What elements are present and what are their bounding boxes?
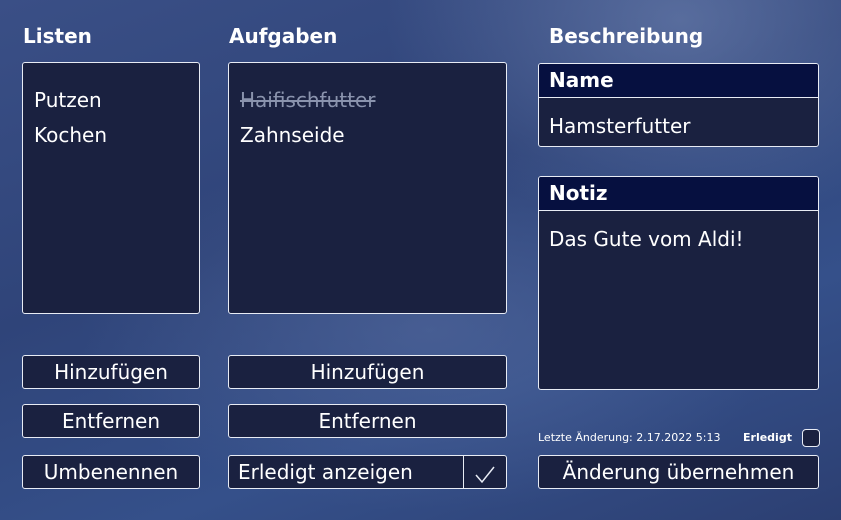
note-label: Notiz — [539, 177, 818, 211]
done-checkbox[interactable] — [802, 429, 820, 447]
tasks-listbox[interactable]: Haifischfutter Zahnseide — [228, 62, 507, 314]
remove-list-button[interactable]: Entfernen — [22, 404, 200, 438]
done-label: Erledigt — [743, 431, 792, 444]
name-label: Name — [539, 64, 818, 98]
show-done-toggle[interactable]: Erledigt anzeigen — [228, 455, 507, 489]
apply-changes-button[interactable]: Änderung übernehmen — [538, 455, 819, 489]
add-list-button[interactable]: Hinzufügen — [22, 355, 200, 389]
show-done-label: Erledigt anzeigen — [238, 460, 413, 484]
task-item[interactable]: Zahnseide — [240, 118, 506, 153]
list-item[interactable]: Kochen — [34, 118, 199, 153]
check-icon — [474, 462, 496, 484]
last-change-text: Letzte Änderung: 2.17.2022 5:13 — [538, 431, 721, 444]
remove-task-button[interactable]: Entfernen — [228, 404, 507, 438]
tasks-heading: Aufgaben — [229, 24, 338, 48]
name-field[interactable]: Hamsterfutter — [539, 98, 818, 146]
note-field[interactable]: Das Gute vom Aldi! — [539, 211, 818, 252]
add-task-button[interactable]: Hinzufügen — [228, 355, 507, 389]
description-heading: Beschreibung — [549, 24, 704, 48]
list-item[interactable]: Putzen — [34, 83, 199, 118]
name-card: Name Hamsterfutter — [538, 63, 819, 147]
task-item-done[interactable]: Haifischfutter — [240, 83, 506, 118]
lists-heading: Listen — [23, 24, 92, 48]
lists-listbox[interactable]: Putzen Kochen — [22, 62, 200, 314]
rename-list-button[interactable]: Umbenennen — [22, 455, 200, 489]
toggle-divider — [463, 456, 464, 488]
note-card: Notiz Das Gute vom Aldi! — [538, 176, 819, 390]
